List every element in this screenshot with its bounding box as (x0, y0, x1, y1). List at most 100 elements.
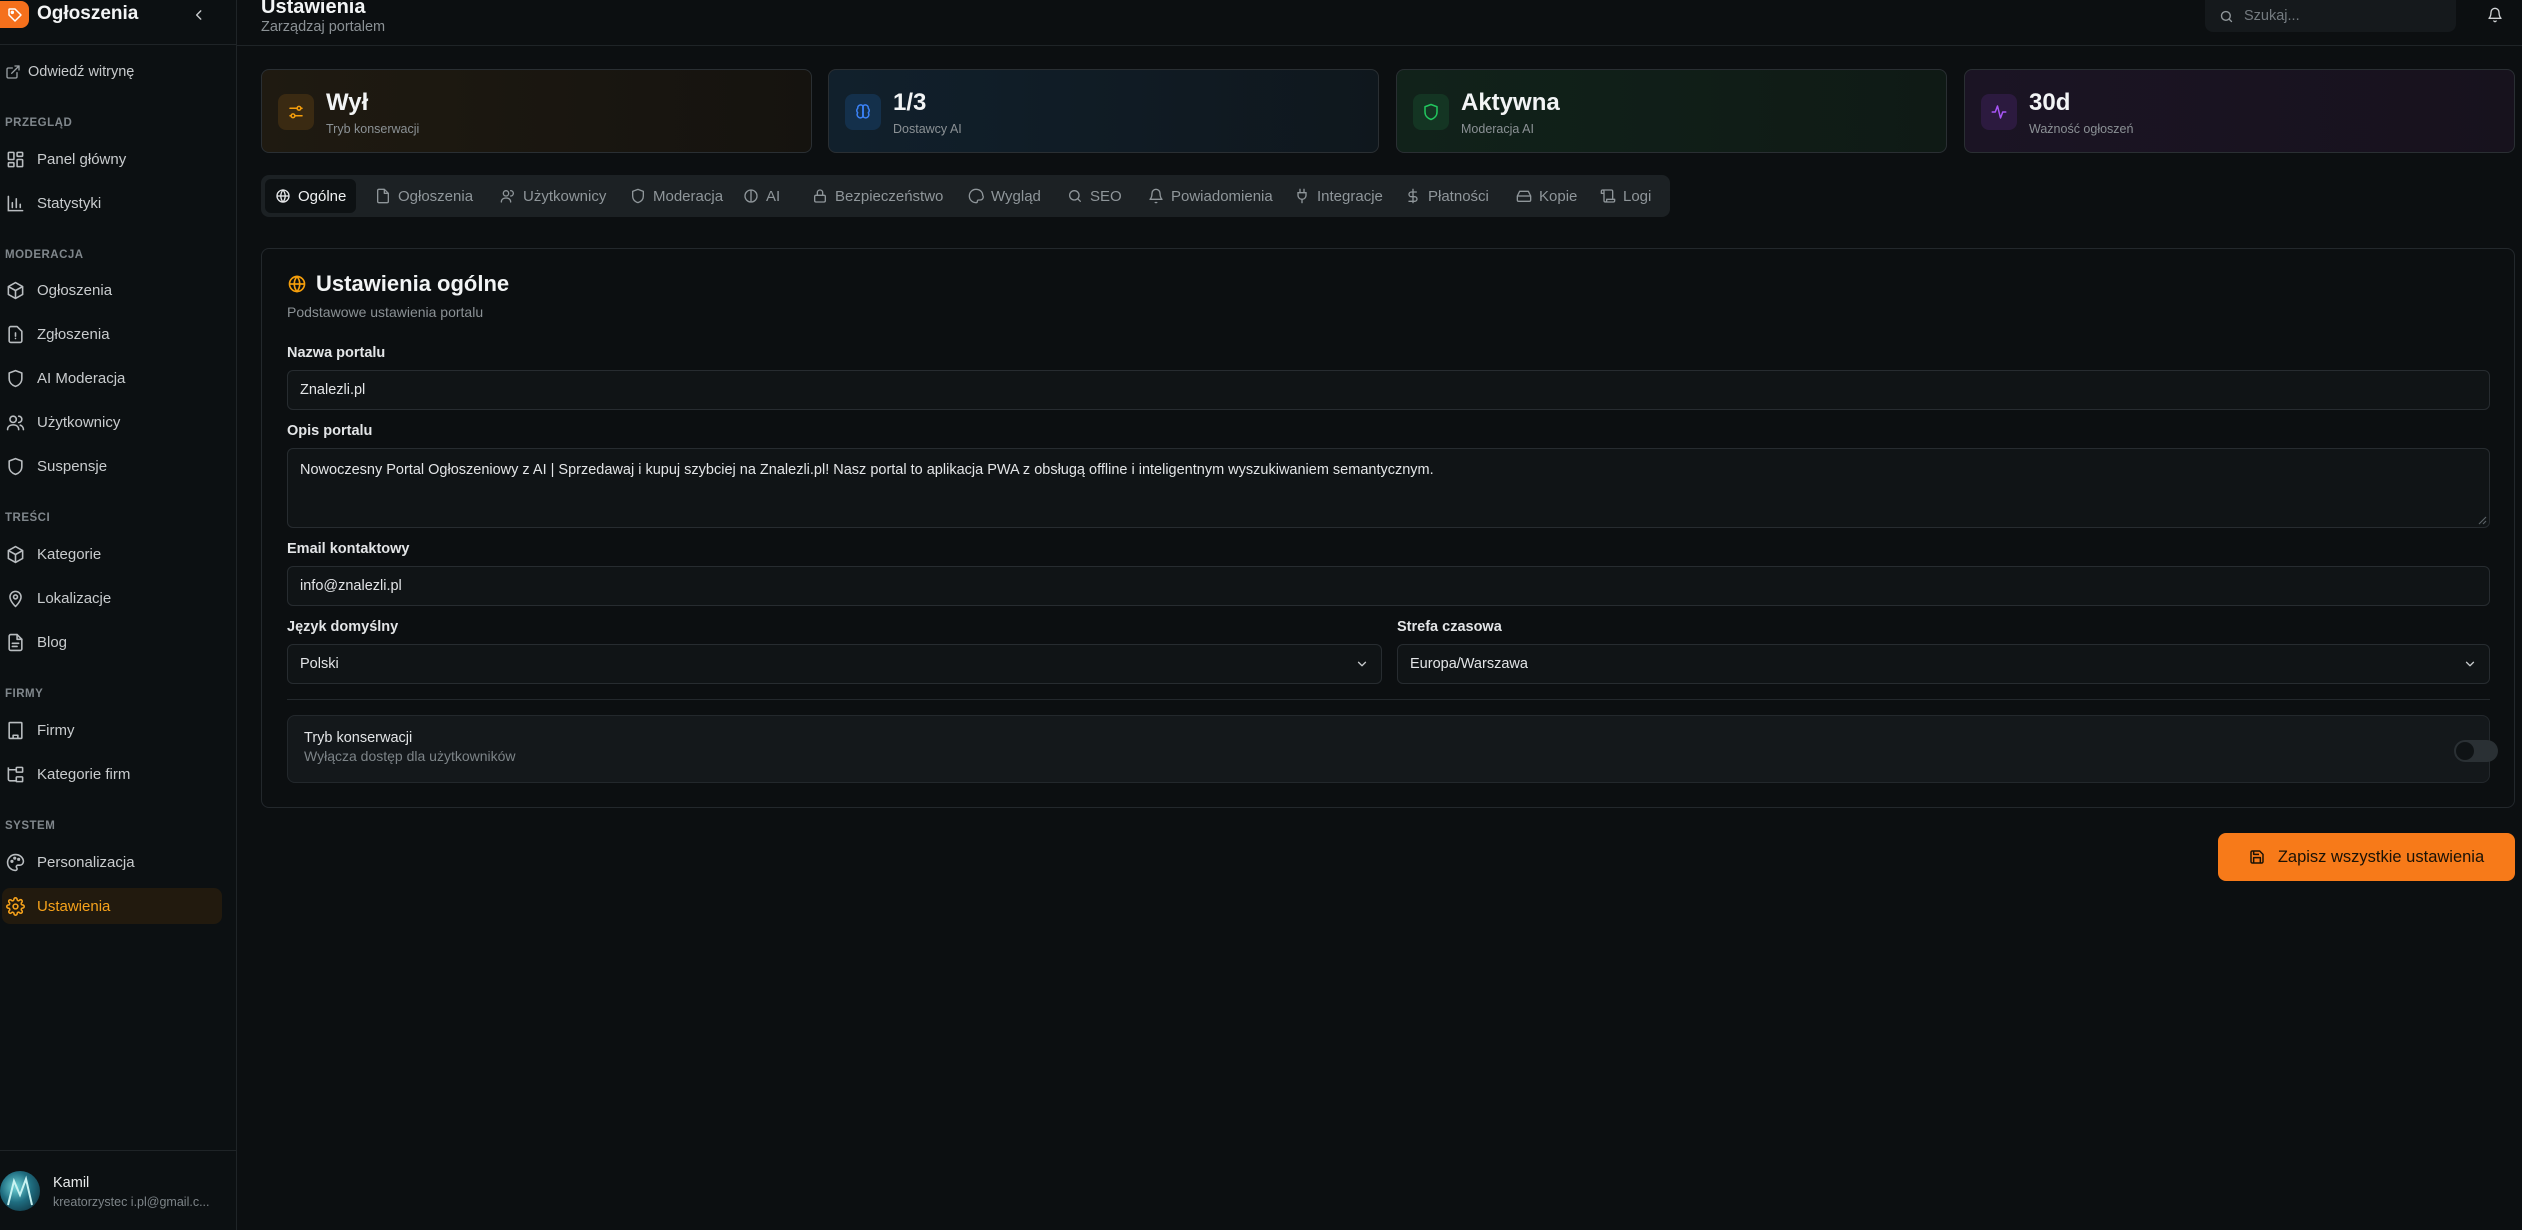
map-pin-icon (9, 590, 22, 607)
save-button-label: Zapisz wszystkie ustawienia (2277, 847, 2485, 866)
package-icon (7, 281, 24, 299)
sidebar-item-label: AI Moderacja (37, 369, 126, 387)
divider (0, 44, 237, 45)
building-icon (8, 721, 23, 739)
brain-icon (744, 189, 758, 203)
tab-label: Moderacja (653, 187, 724, 205)
stat-label: Ważność ogłoszeń (2029, 122, 2134, 136)
save-icon (2250, 850, 2264, 864)
sidebar-item-ogloszenia[interactable]: Ogłoszenia (2, 272, 222, 308)
panel-title: Ustawienia ogólne (287, 271, 509, 297)
maintenance-mode-toggle[interactable] (2454, 740, 2498, 762)
brand: Ogłoszenia (0, 0, 237, 29)
lock-icon (814, 189, 826, 203)
file-alert-icon (8, 325, 23, 343)
tab-ai[interactable]: AI (733, 179, 790, 213)
sidebar-item-ustawienia[interactable]: Ustawienia (2, 888, 222, 924)
notifications-button[interactable] (2484, 4, 2506, 26)
stat-label: Tryb konserwacji (326, 122, 420, 136)
sidebar-item-zgloszenia[interactable]: Zgłoszenia (2, 316, 222, 352)
panel-subtitle: Podstawowe ustawienia portalu (287, 304, 484, 320)
scroll-icon (1600, 189, 1616, 203)
tab-bezpieczenstwo[interactable]: Bezpieczeństwo (802, 179, 953, 213)
sidebar-item-suspensje[interactable]: Suspensje (2, 448, 222, 484)
tab-label: AI (766, 187, 781, 205)
nav-section-system: SYSTEM (5, 820, 56, 832)
sidebar-item-label: Blog (37, 633, 68, 651)
tab-label: Ogólne (298, 187, 347, 205)
contact-email-input[interactable]: info@znalezli.pl (287, 566, 2490, 606)
sidebar-item-blog[interactable]: Blog (2, 624, 222, 660)
hard-drive-icon (1516, 190, 1532, 202)
user-email: kreatorzystec i.pl@gmail.c... (53, 1195, 210, 1209)
sidebar-item-label: Ogłoszenia (37, 281, 113, 299)
file-text-icon (8, 633, 23, 651)
stat-card-ad-validity: 30d Ważność ogłoszeń (1964, 69, 2515, 153)
tab-platnosci[interactable]: Płatności (1395, 179, 1499, 213)
stat-card-maintenance: Wył Tryb konserwacji (261, 69, 812, 153)
contact-email-label: Email kontaktowy (287, 541, 410, 557)
sidebar-item-label: Kategorie (37, 545, 102, 563)
timezone-label: Strefa czasowa (1397, 619, 1502, 635)
portal-name-value: Znalezli.pl (300, 382, 366, 398)
search-input[interactable] (2244, 8, 2434, 24)
search-box[interactable] (2205, 0, 2456, 32)
dashboard-icon (7, 151, 24, 167)
visit-site-link[interactable]: Odwiedź witrynę (5, 61, 134, 83)
sidebar-item-kategorie-firm[interactable]: Kategorie firm (2, 756, 222, 792)
tab-uzytkownicy[interactable]: Użytkownicy (490, 179, 616, 213)
tab-label: Integracje (1317, 187, 1383, 205)
default-language-value: Polski (300, 656, 339, 672)
timezone-select[interactable]: Europa/Warszawa (1397, 644, 2490, 684)
tab-moderacja[interactable]: Moderacja (620, 179, 733, 213)
sidebar-item-label: Personalizacja (37, 853, 135, 871)
sidebar-item-firmy[interactable]: Firmy (2, 712, 222, 748)
resize-handle-icon[interactable] (2477, 515, 2487, 525)
globe-icon (288, 275, 306, 293)
general-settings-panel: Ustawienia ogólne Podstawowe ustawienia … (261, 248, 2515, 808)
toggle-knob (2456, 742, 2474, 760)
tab-integracje[interactable]: Integracje (1284, 179, 1393, 213)
divider (287, 699, 2490, 700)
sidebar-item-statystyki[interactable]: Statystyki (2, 185, 222, 221)
portal-description-label: Opis portalu (287, 423, 373, 439)
chevron-down-icon (1357, 661, 1367, 667)
sidebar-item-lokalizacje[interactable]: Lokalizacje (2, 580, 222, 616)
sidebar-item-ai-moderacja[interactable]: AI Moderacja (2, 360, 222, 396)
portal-name-input[interactable]: Znalezli.pl (287, 370, 2490, 410)
tab-seo[interactable]: SEO (1057, 179, 1132, 213)
default-language-select[interactable]: Polski (287, 644, 1382, 684)
shield-off-icon (8, 457, 23, 475)
sidebar-item-label: Firmy (37, 721, 75, 739)
sidebar-item-kategorie[interactable]: Kategorie (2, 536, 222, 572)
visit-site-label: Odwiedź witrynę (28, 64, 135, 80)
sidebar-item-label: Lokalizacje (37, 589, 112, 607)
collapse-sidebar-button[interactable] (188, 4, 210, 26)
sidebar-item-uzytkownicy[interactable]: Użytkownicy (2, 404, 222, 440)
tab-logi[interactable]: Logi (1590, 179, 1661, 213)
maintenance-mode-description: Wyłącza dostęp dla użytkowników (304, 748, 516, 764)
sidebar-item-label: Panel główny (37, 150, 127, 168)
sidebar-item-personalizacja[interactable]: Personalizacja (2, 844, 222, 880)
portal-name-label: Nazwa portalu (287, 345, 386, 361)
tab-label: Wygląd (991, 187, 1041, 205)
portal-description-value: Nowoczesny Portal Ogłoszeniowy z AI | Sp… (300, 462, 1434, 478)
chevron-down-icon (2465, 661, 2475, 667)
tab-kopie[interactable]: Kopie (1506, 179, 1587, 213)
tab-ogolne[interactable]: Ogólne (265, 179, 357, 213)
page-subtitle: Zarządzaj portalem (261, 19, 386, 35)
portal-description-textarea[interactable]: Nowoczesny Portal Ogłoszeniowy z AI | Sp… (287, 448, 2490, 528)
top-header: Ustawienia Zarządzaj portalem (237, 0, 2522, 46)
dollar-icon (1408, 188, 1418, 204)
avatar[interactable] (0, 1171, 40, 1211)
sidebar-item-panel-glowny[interactable]: Panel główny (2, 141, 222, 177)
tab-powiadomienia[interactable]: Powiadomienia (1138, 179, 1283, 213)
stat-value: 30d (2029, 89, 2071, 116)
shield-check-icon (1413, 94, 1449, 130)
panel-title-text: Ustawienia ogólne (316, 271, 510, 296)
tab-ogloszenia[interactable]: Ogłoszenia (365, 179, 483, 213)
save-all-settings-button[interactable]: Zapisz wszystkie ustawienia (2218, 833, 2515, 881)
stat-label: Dostawcy AI (893, 122, 962, 136)
tab-wyglad[interactable]: Wygląd (958, 179, 1051, 213)
timezone-value: Europa/Warszawa (1410, 656, 1528, 672)
